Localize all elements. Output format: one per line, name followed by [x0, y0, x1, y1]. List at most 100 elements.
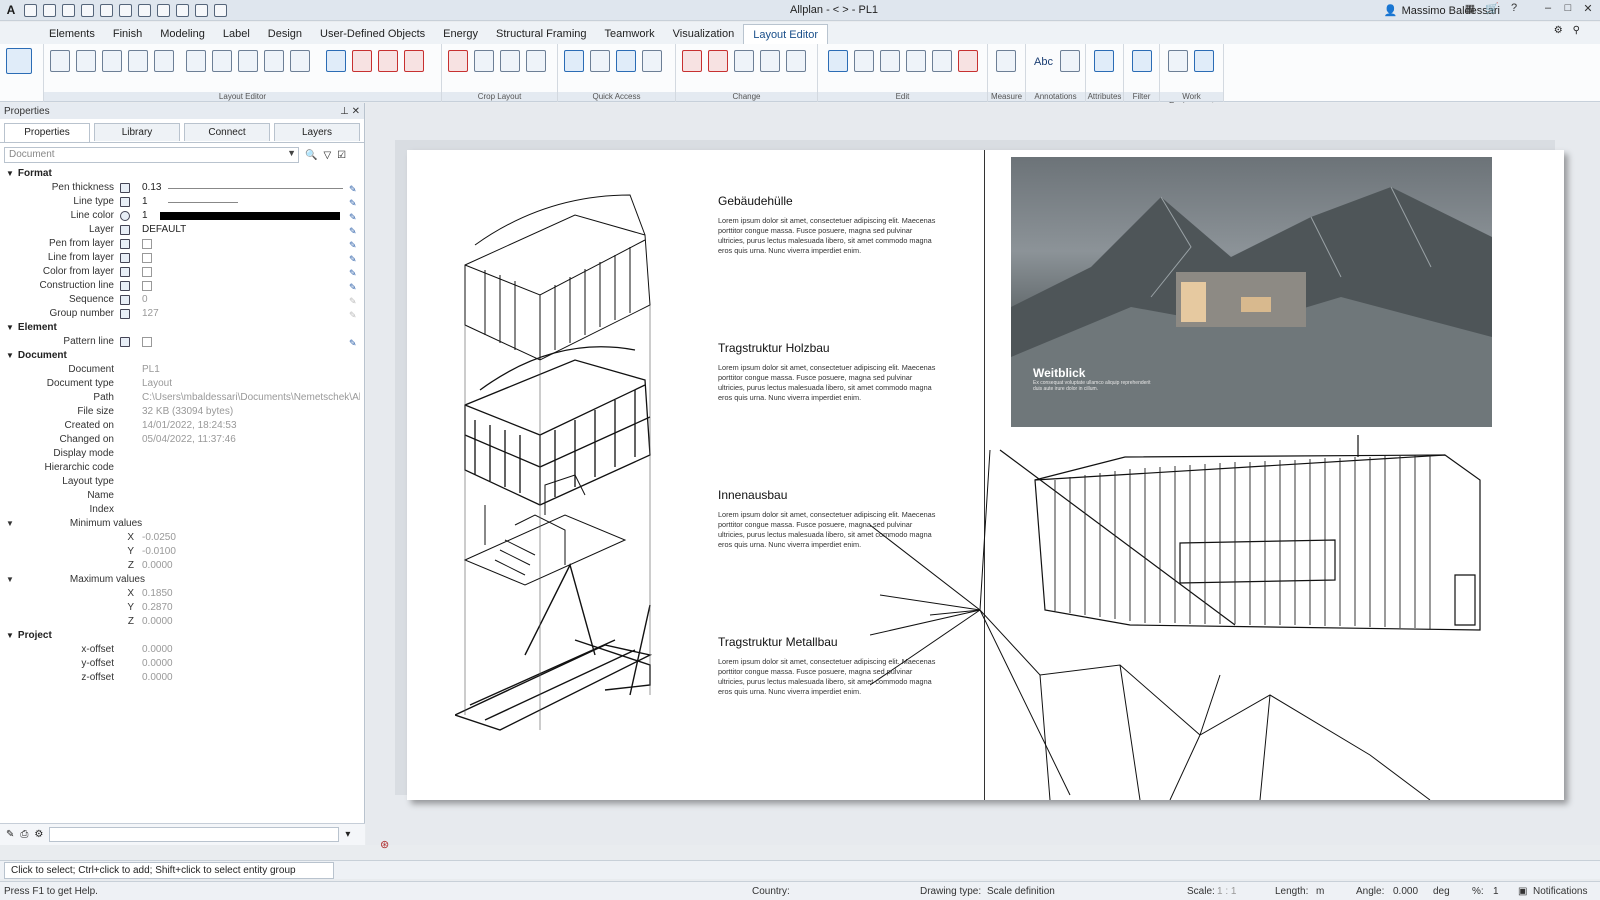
transfer-icon[interactable] — [238, 50, 258, 72]
settings-gear-icon[interactable] — [176, 3, 189, 17]
eyedropper-icon[interactable]: ✎ — [349, 182, 357, 196]
insert-element-icon[interactable] — [186, 50, 206, 72]
notifications-icon[interactable]: ▣ — [1518, 886, 1527, 897]
redo-icon[interactable] — [138, 3, 151, 17]
layout-print-icon[interactable] — [102, 50, 122, 72]
layout-document-icon[interactable] — [6, 48, 32, 74]
modify-points-icon[interactable] — [734, 50, 754, 72]
collapse-triangle-icon[interactable]: ▼ — [6, 573, 14, 587]
pattern-line-checkbox[interactable] — [142, 337, 152, 347]
page-setup-icon[interactable] — [128, 50, 148, 72]
apply-check-icon[interactable]: ☑ — [337, 150, 346, 161]
eyedropper-icon[interactable]: ✎ — [349, 266, 357, 280]
eyedropper-icon[interactable]: ✎ — [349, 224, 357, 238]
menu-label[interactable]: Label — [214, 24, 259, 44]
layout-window-icon[interactable] — [154, 50, 174, 72]
eyedropper-icon[interactable]: ✎ — [349, 280, 357, 294]
command-input[interactable] — [49, 827, 340, 842]
pin-icon[interactable]: ⚲ — [1573, 25, 1580, 36]
text-block-timber-structure[interactable]: Tragstruktur Holzbau Lorem ipsum dolor s… — [718, 341, 936, 403]
replace-icon[interactable] — [378, 50, 398, 72]
move-icon[interactable] — [854, 50, 874, 72]
menu-visualization[interactable]: Visualization — [664, 24, 744, 44]
chevron-down-icon[interactable]: ▾ — [345, 829, 350, 840]
section-format[interactable]: ▼ Format — [0, 167, 364, 181]
filter-funnel-icon[interactable] — [1132, 50, 1152, 72]
search-icon[interactable]: 🔍 — [305, 150, 317, 161]
menu-energy[interactable]: Energy — [434, 24, 487, 44]
annotation-sheet-icon[interactable] — [1060, 50, 1080, 72]
eyedropper-icon[interactable]: ✎ — [349, 210, 357, 224]
menu-structural-framing[interactable]: Structural Framing — [487, 24, 595, 44]
view-icon[interactable] — [157, 3, 170, 17]
grid-icon[interactable]: ▦ — [1462, 2, 1478, 18]
exploded-axonometric-drawing[interactable] — [455, 185, 695, 765]
maximize-button[interactable]: □ — [1560, 2, 1576, 18]
menu-layout-editor[interactable]: Layout Editor — [743, 24, 829, 44]
collapse-triangle-icon[interactable]: ▼ — [6, 321, 14, 335]
eyedropper-icon[interactable]: ✎ — [349, 252, 357, 266]
line-icon[interactable] — [564, 50, 584, 72]
minimize-button[interactable]: – — [1540, 2, 1556, 18]
drawing-type-value[interactable]: Scale definition — [987, 886, 1055, 897]
pen-tool-icon[interactable]: ✎ — [6, 829, 14, 840]
attributes-icon[interactable] — [1094, 50, 1114, 72]
subsection-maximum-values[interactable]: ▼ Maximum values — [0, 573, 364, 587]
cart-icon[interactable]: 🛒 — [1484, 2, 1500, 18]
help-icon[interactable]: ? — [1506, 2, 1522, 18]
allplan-logo-icon[interactable]: A — [4, 3, 18, 17]
measure-icon[interactable] — [996, 50, 1016, 72]
angle-value[interactable]: 0.000 — [1393, 886, 1418, 897]
close-button[interactable]: ✕ — [1580, 2, 1596, 18]
object-selector-dropdown[interactable]: Document ▼ — [4, 147, 299, 163]
pen-thickness-value[interactable]: 0.13 — [142, 181, 161, 195]
crop-edit-icon[interactable] — [526, 50, 546, 72]
layout-element-icon[interactable] — [326, 50, 346, 72]
delete-layout-icon[interactable] — [404, 50, 424, 72]
import-icon[interactable] — [264, 50, 284, 72]
menu-teamwork[interactable]: Teamwork — [596, 24, 664, 44]
length-value[interactable]: m — [1316, 886, 1324, 897]
save-icon[interactable] — [62, 3, 75, 17]
scale-value[interactable]: 1 : 1 — [1217, 886, 1236, 897]
pen-from-layer-checkbox[interactable] — [142, 239, 152, 249]
collapse-triangle-icon[interactable]: ▼ — [6, 517, 14, 531]
undo-icon[interactable] — [119, 3, 132, 17]
tab-layers[interactable]: Layers — [274, 123, 360, 141]
copy-icon[interactable] — [828, 50, 848, 72]
color-from-layer-checkbox[interactable] — [142, 267, 152, 277]
menu-finish[interactable]: Finish — [104, 24, 151, 44]
delete-x-icon[interactable] — [958, 50, 978, 72]
filter-icon[interactable]: ▽ — [323, 150, 331, 161]
line-color-value[interactable]: 1 — [142, 209, 148, 223]
join-icon[interactable] — [786, 50, 806, 72]
edit-icon[interactable] — [81, 3, 94, 17]
cabin-elevation-drawing[interactable] — [870, 435, 1520, 800]
text-block-building-envelope[interactable]: Gebäudehülle Lorem ipsum dolor sit amet,… — [718, 194, 936, 256]
tab-properties[interactable]: Properties — [4, 123, 90, 142]
notifications-button[interactable]: Notifications — [1533, 886, 1587, 897]
line-type-value[interactable]: 1 — [142, 195, 148, 209]
pin-panel-icon[interactable]: ⊥ — [340, 106, 349, 117]
rendering-image[interactable]: Weitblick Ex consequat voluptate ullamco… — [1011, 157, 1492, 427]
export-icon[interactable] — [212, 50, 232, 72]
mirror-icon[interactable] — [906, 50, 926, 72]
environment-view-icon[interactable] — [1194, 50, 1214, 72]
eraser-icon[interactable] — [682, 50, 702, 72]
tab-connect[interactable]: Connect — [184, 123, 270, 141]
modify-layout-icon[interactable] — [352, 50, 372, 72]
print-tool-icon[interactable]: ⎙ — [20, 829, 28, 840]
rotate-icon[interactable] — [880, 50, 900, 72]
collapse-triangle-icon[interactable]: ▼ — [6, 167, 14, 181]
hatch-icon[interactable] — [590, 50, 610, 72]
section-project[interactable]: ▼ Project — [0, 629, 364, 643]
user-info[interactable]: 👤 Massimo Baldessari — [1384, 4, 1500, 18]
percent-value[interactable]: 1 — [1493, 886, 1499, 897]
section-element[interactable]: ▼ Element — [0, 321, 364, 335]
comment-icon[interactable] — [100, 3, 113, 17]
eyedropper-icon[interactable]: ✎ — [349, 238, 357, 252]
collapse-triangle-icon[interactable]: ▼ — [6, 629, 14, 643]
construction-line-checkbox[interactable] — [142, 281, 152, 291]
new-layout-icon[interactable] — [50, 50, 70, 72]
crop-frame-icon[interactable] — [474, 50, 494, 72]
